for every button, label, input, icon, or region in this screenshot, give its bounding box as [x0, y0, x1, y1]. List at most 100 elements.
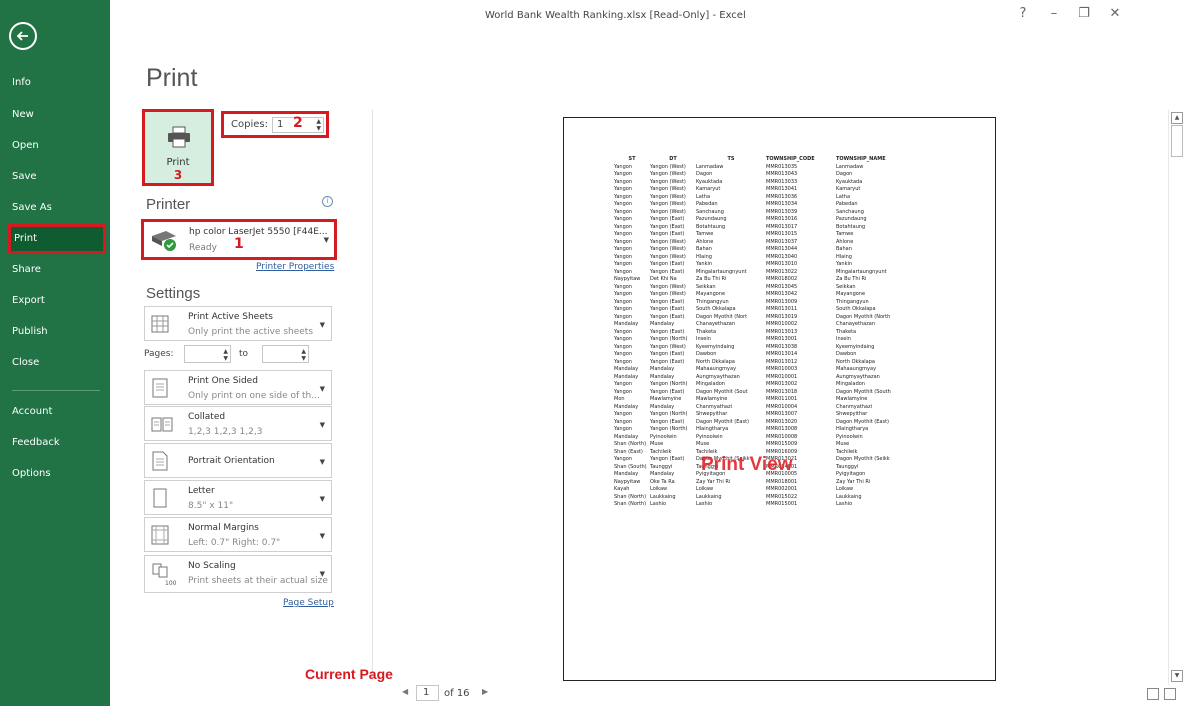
- preview-cell: Dagon: [836, 171, 853, 177]
- preview-cell: Sanchaung: [696, 208, 724, 215]
- page-total: of 16: [444, 688, 470, 699]
- preview-cell: Aungmyaythazan: [696, 373, 740, 380]
- preview-cell: Loikaw: [650, 486, 668, 492]
- preview-cell: Yangon: [614, 178, 633, 185]
- preview-cell: Yangon (East): [650, 358, 685, 365]
- preview-row: Yangon Yangon (West) Latha MMR013036 Latha: [614, 194, 906, 202]
- nav-publish[interactable]: Publish: [0, 317, 110, 347]
- preview-cell: Botahtaung: [836, 223, 866, 230]
- preview-cell: MMR013040: [766, 253, 798, 260]
- preview-cell: MMR015009: [766, 441, 798, 447]
- nav-new[interactable]: New: [0, 100, 110, 130]
- prev-page-icon[interactable]: ◀: [402, 687, 408, 696]
- preview-cell: Kyeemyindaing: [836, 343, 875, 350]
- nav-options[interactable]: Options: [0, 459, 110, 489]
- preview-cell: MMR015001: [766, 501, 798, 507]
- preview-cell: Yangon (North): [650, 426, 688, 432]
- sides-dropdown[interactable]: Print One Sided Only print on one side o…: [144, 370, 332, 405]
- preview-row: Yangon Yangon (West) Pabedan MMR013034 Pabed…: [614, 201, 906, 209]
- nav-save[interactable]: Save: [0, 162, 110, 192]
- preview-cell: Chanmyathazi: [836, 403, 872, 410]
- pages-to-input[interactable]: ▲ ▼: [262, 345, 309, 363]
- preview-cell: MMR010003: [766, 366, 798, 372]
- collation-dropdown[interactable]: Collated 1,2,3 1,2,3 1,2,3 ▼: [144, 406, 332, 441]
- preview-row: Yangon Yangon (West) Mayangone MMR013042 May…: [614, 291, 906, 299]
- preview-cell: MMR013037: [766, 238, 798, 245]
- info-icon[interactable]: i: [322, 196, 333, 207]
- printer-dropdown[interactable]: hp color LaserJet 5550 [F44E... Ready 1 …: [141, 219, 337, 260]
- preview-cell: Yangon: [614, 238, 633, 245]
- printer-properties-link[interactable]: Printer Properties: [256, 262, 334, 272]
- margins-dropdown[interactable]: Normal Margins Left: 0.7" Right: 0.7" ▼: [144, 517, 332, 552]
- collation-sub: 1,2,3 1,2,3 1,2,3: [188, 427, 263, 437]
- preview-cell: Thingangyun: [836, 298, 869, 305]
- preview-cell: Mingaladon: [836, 381, 865, 387]
- paper-size-dropdown[interactable]: Letter 8.5" x 11" ▼: [144, 480, 332, 515]
- preview-cell: Yangon (North): [650, 381, 688, 387]
- nav-close[interactable]: Close: [0, 348, 110, 378]
- preview-cell: Yangon: [614, 201, 633, 207]
- scroll-thumb[interactable]: [1171, 125, 1183, 157]
- restore-button[interactable]: ❐: [1073, 6, 1095, 21]
- back-arrow-icon[interactable]: [9, 22, 37, 50]
- preview-row: Yangon Yangon (East) North Okkalapa MMR0130…: [614, 359, 906, 367]
- printer-heading: Printer: [146, 196, 191, 213]
- zoom-to-page-icon[interactable]: [1164, 688, 1176, 700]
- nav-feedback[interactable]: Feedback: [0, 428, 110, 458]
- orientation-dropdown[interactable]: Portrait Orientation ▼: [144, 443, 332, 478]
- print-what-label: Print Active Sheets: [188, 312, 273, 322]
- current-page-input[interactable]: 1: [416, 685, 439, 701]
- preview-cell: MMR013012: [766, 358, 798, 365]
- preview-cell: Pyinoolwin: [650, 433, 677, 440]
- preview-cell: Mahaaungmyay: [696, 366, 737, 372]
- preview-cell: Pazundaung: [836, 216, 867, 222]
- preview-cell: Chanayethazan: [696, 321, 736, 327]
- copies-spinner-icon[interactable]: ▲ ▼: [316, 118, 321, 132]
- preview-cell: Yangon: [614, 223, 633, 230]
- scaling-dropdown[interactable]: 100 No Scaling Print sheets at their act…: [144, 555, 332, 593]
- preview-cell: Yangon (East): [650, 216, 685, 222]
- preview-cell: Yangon: [614, 231, 633, 237]
- preview-cell: MMR013036: [766, 193, 798, 200]
- show-margins-icon[interactable]: [1147, 688, 1159, 700]
- preview-cell: Seikkan: [696, 283, 716, 290]
- preview-cell: Laukkaing: [696, 493, 722, 500]
- next-page-icon[interactable]: ▶: [482, 687, 488, 696]
- preview-scrollbar[interactable]: ▲ ▼: [1168, 110, 1185, 685]
- nav-save-as[interactable]: Save As: [0, 193, 110, 223]
- nav-account[interactable]: Account: [0, 397, 110, 427]
- preview-cell: Yangon (West): [650, 238, 686, 245]
- printer-name: hp color LaserJet 5550 [F44E...: [189, 227, 328, 237]
- nav-share[interactable]: Share: [0, 255, 110, 285]
- preview-cell: Taunggyi: [650, 463, 673, 470]
- preview-cell: Yangon (East): [650, 328, 685, 335]
- preview-cell: Insein: [836, 336, 851, 342]
- scroll-up-icon[interactable]: ▲: [1171, 112, 1183, 124]
- preview-cell: Yangon: [614, 186, 633, 192]
- nav-export[interactable]: Export: [0, 286, 110, 316]
- minimize-button[interactable]: –: [1043, 6, 1065, 21]
- help-button[interactable]: ?: [1012, 6, 1034, 21]
- preview-cell: MMR013016: [766, 216, 798, 222]
- preview-cell: Muse: [650, 441, 664, 447]
- nav-print[interactable]: Print: [8, 224, 106, 254]
- chevron-down-icon: ▼: [319, 421, 325, 429]
- print-button[interactable]: Print 3: [142, 109, 214, 186]
- preview-row: Yangon Yangon (West) Kyauktada MMR013033 Kya…: [614, 179, 906, 187]
- preview-cell: Yangon (West): [650, 343, 686, 350]
- preview-cell: Latha: [696, 193, 711, 200]
- print-what-dropdown[interactable]: Print Active Sheets Only print the activ…: [144, 306, 332, 341]
- preview-row: Naypyitaw Oke Ta Ra Zay Yar Thi Ri MMR01800…: [614, 479, 906, 487]
- copies-input[interactable]: 1 2 ▲ ▼: [272, 115, 324, 133]
- preview-cell: MMR013020: [766, 418, 798, 425]
- nav-open[interactable]: Open: [0, 131, 110, 161]
- page-setup-link[interactable]: Page Setup: [283, 598, 334, 608]
- pages-row: Pages: ▲ ▼ to ▲ ▼: [144, 345, 334, 367]
- preview-cell: Yangon: [614, 456, 633, 462]
- preview-cell: Yangon (North): [650, 411, 688, 417]
- close-window-button[interactable]: ✕: [1104, 6, 1126, 21]
- preview-cell: Thaketa: [836, 328, 857, 335]
- pages-from-input[interactable]: ▲ ▼: [184, 345, 231, 363]
- scroll-down-icon[interactable]: ▼: [1171, 670, 1183, 682]
- nav-info[interactable]: Info: [0, 68, 110, 98]
